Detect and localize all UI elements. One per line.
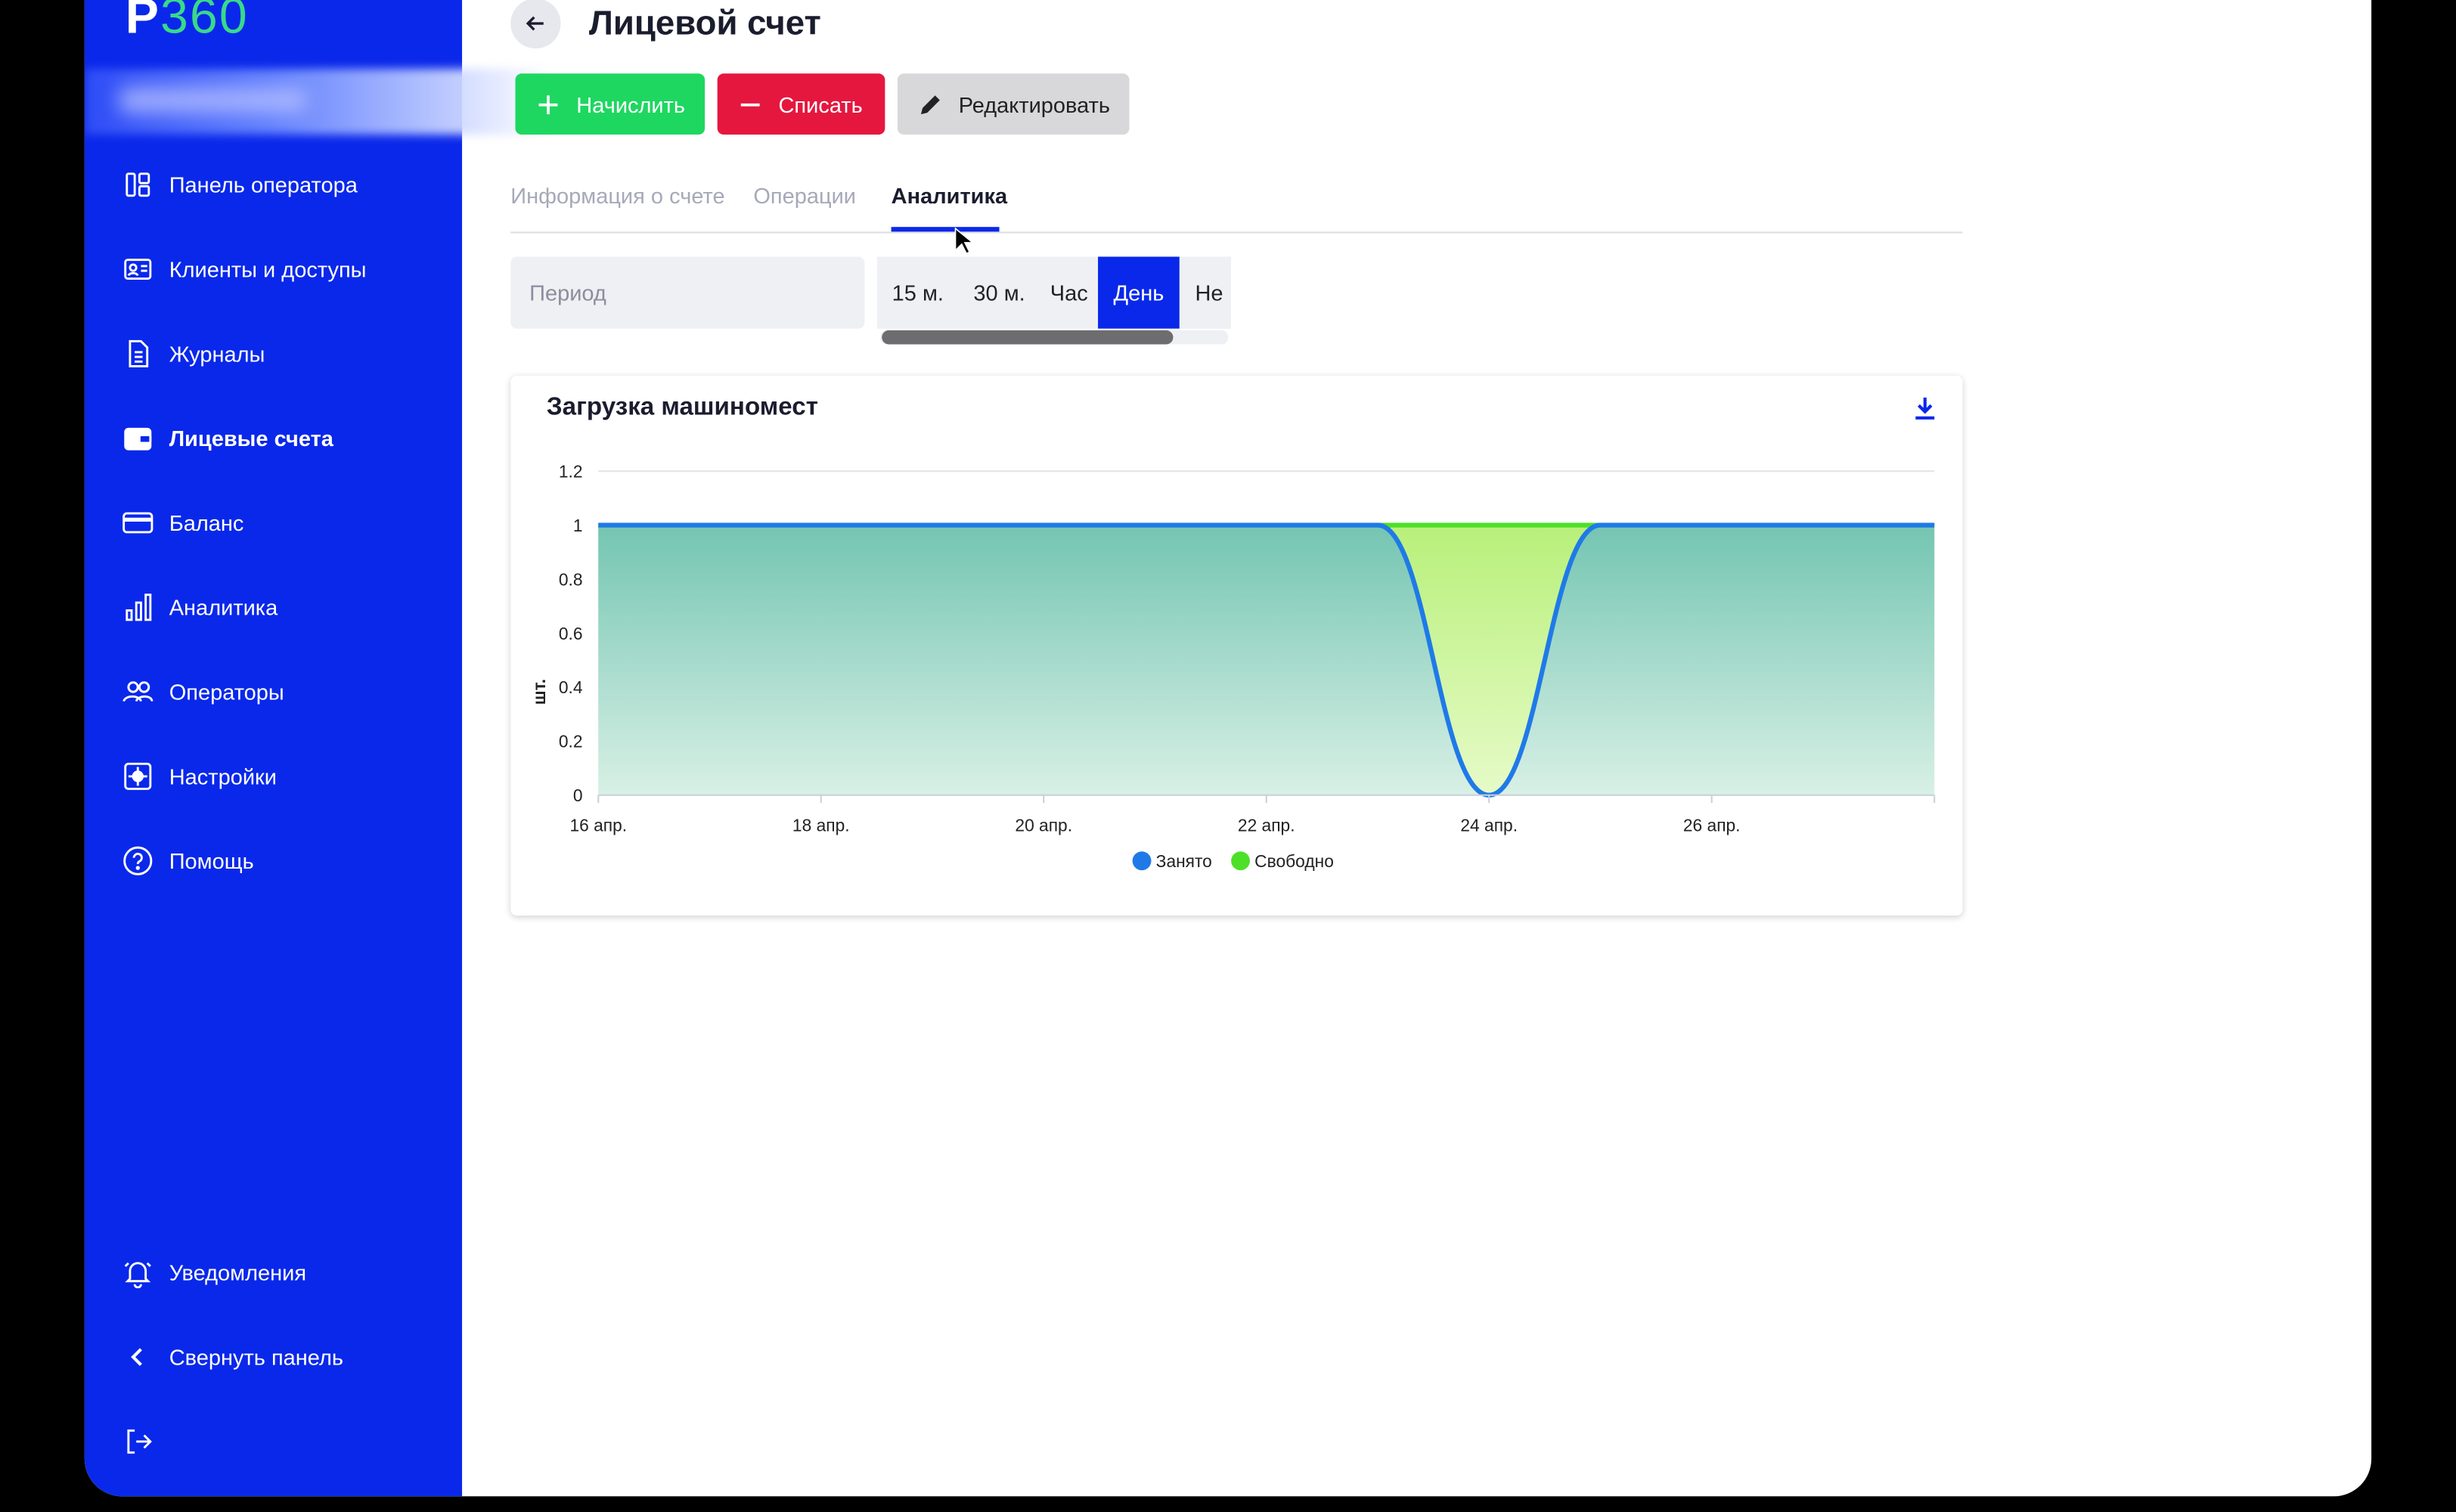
chart-card: Загрузка машиномест 0 0.2 0.4 0.6 0.8 1 …: [510, 375, 1963, 916]
bell-icon: [122, 1257, 154, 1288]
clients-icon: [122, 253, 154, 284]
help-icon: [122, 845, 154, 876]
logout-icon: [122, 1426, 154, 1457]
sidebar-item-label: Настройки: [169, 764, 277, 789]
logout-button[interactable]: [85, 1410, 462, 1473]
interval-week[interactable]: Не: [1180, 257, 1231, 329]
debit-button[interactable]: Списать: [717, 73, 885, 135]
notifications-label: Уведомления: [169, 1259, 307, 1285]
add-credit-label: Начислить: [576, 91, 686, 117]
sidebar-item-label: Панель оператора: [169, 172, 358, 197]
sidebar-item-balance[interactable]: Баланс: [85, 491, 462, 554]
minus-icon: [738, 91, 763, 116]
chart-areas: [598, 525, 1935, 795]
sidebar-item-clients[interactable]: Клиенты и доступы: [85, 238, 462, 301]
sidebar-item-journals[interactable]: Журналы: [85, 323, 462, 386]
document-icon: [122, 338, 154, 369]
y-tick-label: 0.8: [559, 569, 583, 589]
edit-label: Редактировать: [958, 91, 1111, 117]
tab-analytics[interactable]: Аналитика: [892, 183, 1008, 208]
chevron-left-icon: [122, 1341, 154, 1372]
sidebar-item-label: Клиенты и доступы: [169, 256, 367, 282]
bar-chart-icon: [122, 592, 154, 623]
legend-marker[interactable]: [1132, 851, 1152, 871]
notifications-button[interactable]: Уведомления: [85, 1241, 462, 1304]
sidebar-item-label: Помощь: [169, 848, 254, 874]
sidebar-item-label: Журналы: [169, 341, 265, 367]
sidebar-item-label: Лицевые счета: [169, 426, 333, 451]
logo[interactable]: P360: [126, 0, 249, 45]
page-title: Лицевой счет: [588, 3, 821, 42]
edit-button[interactable]: Редактировать: [897, 73, 1130, 135]
active-tab-indicator: [891, 227, 1000, 232]
sidebar-item-operator-panel[interactable]: Панель оператора: [85, 153, 462, 216]
sidebar-item-analytics[interactable]: Аналитика: [85, 576, 462, 639]
collapse-panel-button[interactable]: Свернуть панель: [85, 1326, 462, 1389]
tab-account-info[interactable]: Информация о счете: [510, 183, 724, 208]
collapse-panel-label: Свернуть панель: [169, 1344, 344, 1370]
app-window: P360 Панель оператора Клиенты и доступы …: [84, 0, 2372, 1497]
series-area-occupied: [598, 525, 1935, 795]
interval-30m[interactable]: 30 м.: [959, 257, 1040, 329]
chart-title: Загрузка машиномест: [546, 394, 818, 421]
chart-legend: Занято Свободно: [1132, 851, 1334, 871]
x-tick-label: 22 апр.: [1238, 815, 1295, 835]
plus-icon: [535, 91, 560, 116]
sidebar: P360 Панель оператора Клиенты и доступы …: [84, 0, 555, 1497]
y-tick-label: 0.4: [559, 677, 583, 697]
tab-operations[interactable]: Операции: [753, 183, 856, 208]
sidebar-item-label: Операторы: [169, 679, 284, 705]
sidebar-item-settings[interactable]: Настройки: [85, 745, 462, 808]
legend-marker[interactable]: [1231, 851, 1250, 871]
period-placeholder: Период: [529, 280, 606, 305]
arrow-left-icon: [526, 16, 544, 31]
sidebar-item-label: Баланс: [169, 510, 244, 536]
debit-label: Списать: [778, 91, 863, 117]
users-icon: [122, 676, 154, 707]
sidebar-item-label: Аналитика: [169, 594, 278, 620]
legend-label[interactable]: Занято: [1156, 851, 1212, 871]
y-axis-label: шт.: [529, 679, 549, 705]
sidebar-item-accounts[interactable]: Лицевые счета: [85, 407, 462, 469]
y-tick-label: 0: [573, 785, 583, 805]
y-tick-label: 1.2: [559, 461, 583, 481]
y-tick-label: 0.2: [559, 732, 583, 751]
parking-load-chart: 0 0.2 0.4 0.6 0.8 1 1.2 16 апр. 18 апр. 20 апр. 22…: [529, 461, 1936, 871]
legend-label[interactable]: Свободно: [1254, 851, 1334, 871]
x-tick-label: 26 апр.: [1683, 815, 1741, 835]
y-tick-label: 0.6: [559, 624, 583, 643]
dashboard-icon: [122, 169, 154, 200]
card-icon: [122, 507, 154, 538]
period-input[interactable]: Период: [510, 256, 865, 329]
gear-icon: [122, 761, 154, 792]
interval-scrollbar[interactable]: [882, 330, 1174, 345]
tabs: Информация о счете Операции Аналитика: [510, 163, 1963, 234]
y-tick-label: 1: [573, 516, 583, 535]
x-tick-label: 18 апр.: [792, 815, 850, 835]
sidebar-item-operators[interactable]: Операторы: [85, 661, 462, 723]
x-tick-label: 16 апр.: [569, 815, 627, 835]
wallet-icon: [122, 423, 154, 454]
download-icon[interactable]: [1912, 395, 1937, 423]
user-name-blurred: [119, 87, 307, 113]
interval-hour[interactable]: Час: [1040, 257, 1098, 329]
back-button[interactable]: [510, 0, 561, 49]
x-tick-label: 20 апр.: [1015, 815, 1072, 835]
interval-15m[interactable]: 15 м.: [877, 257, 959, 329]
mouse-cursor-icon: [954, 227, 973, 255]
main-content: Лицевой счет Начислить Списать Редактиро…: [462, 0, 2371, 1496]
pencil-icon: [918, 91, 943, 116]
add-credit-button[interactable]: Начислить: [515, 73, 705, 135]
x-tick-label: 24 апр.: [1460, 815, 1518, 835]
sidebar-item-help[interactable]: Помощь: [85, 829, 462, 892]
interval-selector: 15 м. 30 м. Час День Не: [876, 256, 1232, 329]
interval-day[interactable]: День: [1098, 256, 1180, 329]
